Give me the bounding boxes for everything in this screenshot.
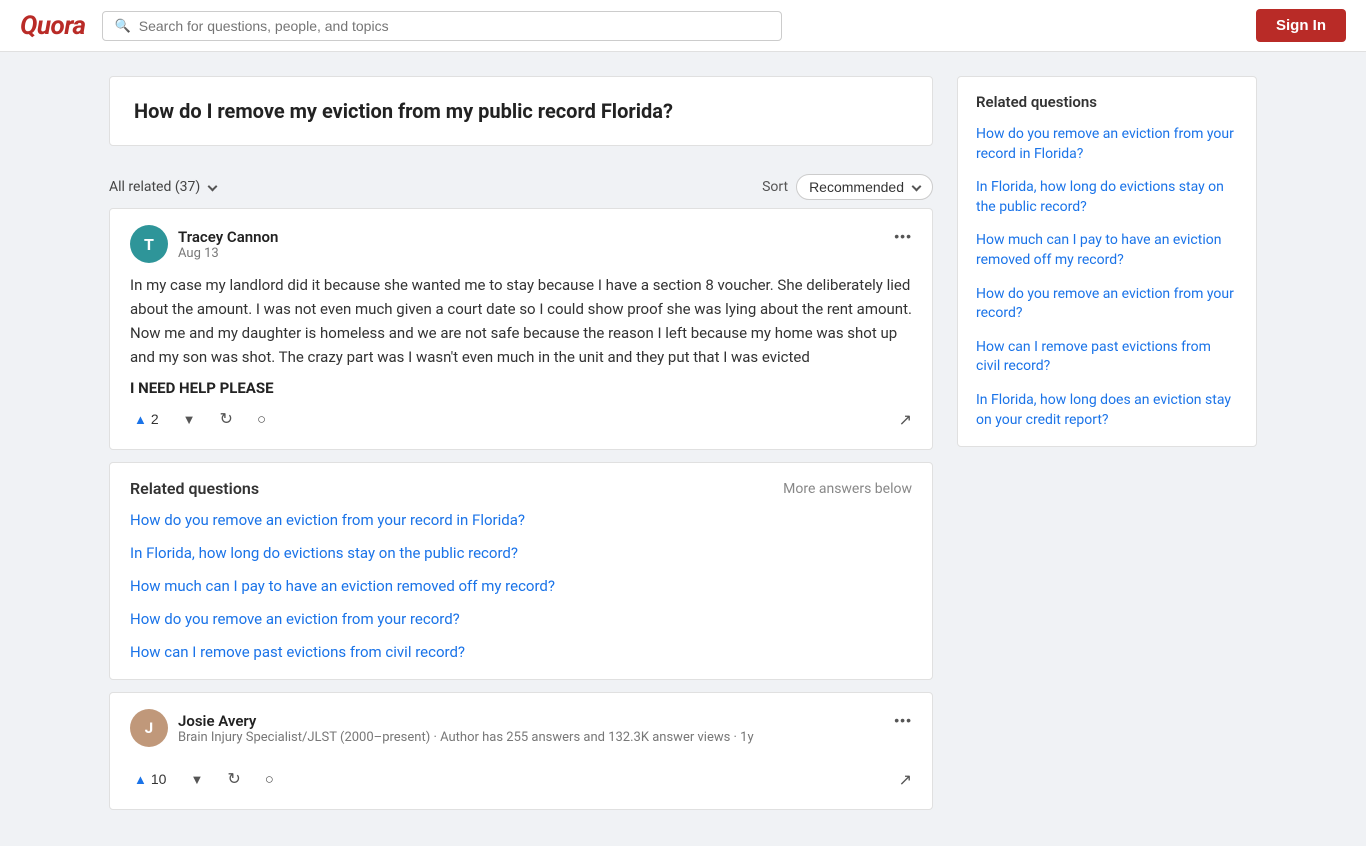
question-title: How do I remove my eviction from my publ… <box>134 97 908 125</box>
share-button-2[interactable] <box>899 769 912 790</box>
related-link[interactable]: In Florida, how long do evictions stay o… <box>130 543 912 564</box>
sidebar-link[interactable]: How do you remove an eviction from your … <box>976 285 1238 324</box>
avatar: T <box>130 225 168 263</box>
question-card: How do I remove my eviction from my publ… <box>109 76 933 146</box>
sidebar-link[interactable]: How much can I pay to have an eviction r… <box>976 231 1238 270</box>
quora-logo[interactable]: Quora <box>20 11 86 41</box>
share-icon <box>899 409 912 429</box>
related-link[interactable]: How do you remove an eviction from your … <box>130 510 912 531</box>
sidebar-card: Related questions How do you remove an e… <box>957 76 1257 447</box>
user-info: T Tracey Cannon Aug 13 <box>130 225 278 263</box>
upvote-button[interactable]: 2 <box>130 407 163 431</box>
comment-icon-2 <box>265 771 274 788</box>
related-link[interactable]: How do you remove an eviction from your … <box>130 609 912 630</box>
user-name-2: Josie Avery <box>178 712 754 730</box>
user-details-2: Josie Avery Brain Injury Specialist/JLST… <box>178 712 754 745</box>
search-input[interactable] <box>139 18 769 34</box>
user-name: Tracey Cannon <box>178 228 278 246</box>
share-button[interactable] <box>899 409 912 430</box>
more-answers-label: More answers below <box>783 481 912 497</box>
answer-header: T Tracey Cannon Aug 13 <box>130 225 912 263</box>
sidebar-title: Related questions <box>976 93 1238 111</box>
more-icon <box>894 225 912 245</box>
help-text: I NEED HELP PLEASE <box>130 379 912 397</box>
chevron-down-icon <box>208 181 218 191</box>
sidebar-link[interactable]: In Florida, how long do evictions stay o… <box>976 178 1238 217</box>
upvote-icon <box>134 411 147 427</box>
sidebar-link[interactable]: In Florida, how long does an eviction st… <box>976 391 1238 430</box>
all-related-filter[interactable]: All related (37) <box>109 179 216 195</box>
sidebar-link[interactable]: How can I remove past evictions from civ… <box>976 338 1238 377</box>
filter-row: All related (37) Sort Recommended <box>109 162 933 208</box>
answer-card: T Tracey Cannon Aug 13 In my case my lan… <box>109 208 933 450</box>
related-link[interactable]: How can I remove past evictions from civ… <box>130 642 912 663</box>
recommended-label: Recommended <box>809 179 904 195</box>
share-icon-2 <box>899 769 912 789</box>
answer-card-2: J Josie Avery Brain Injury Specialist/JL… <box>109 692 933 810</box>
downvote-button[interactable] <box>179 407 200 431</box>
all-related-label: All related (37) <box>109 179 200 195</box>
main-column: How do I remove my eviction from my publ… <box>109 76 933 822</box>
comment-icon <box>257 411 266 428</box>
more-icon-2 <box>894 709 912 729</box>
search-bar <box>102 11 782 41</box>
upvote-count: 2 <box>151 411 159 427</box>
sidebar-link[interactable]: How do you remove an eviction from your … <box>976 125 1238 164</box>
sidebar: Related questions How do you remove an e… <box>957 76 1257 447</box>
avatar-2: J <box>130 709 168 747</box>
refresh-button-2[interactable] <box>223 765 244 793</box>
upvote-button-2[interactable]: 10 <box>130 767 170 791</box>
answer-actions-2: 10 <box>130 757 912 793</box>
user-info-2: J Josie Avery Brain Injury Specialist/JL… <box>130 709 754 747</box>
user-bio: Brain Injury Specialist/JLST (2000–prese… <box>178 730 754 745</box>
upvote-icon-2 <box>134 771 147 787</box>
downvote-icon <box>183 411 196 427</box>
more-options-button-2[interactable] <box>894 709 912 730</box>
related-link[interactable]: How much can I pay to have an eviction r… <box>130 576 912 597</box>
refresh-button[interactable] <box>216 405 237 433</box>
downvote-icon-2 <box>190 771 203 787</box>
header: Quora Sign In <box>0 0 1366 52</box>
page-wrap: How do I remove my eviction from my publ… <box>93 52 1273 846</box>
comment-button[interactable] <box>253 407 270 432</box>
search-icon <box>115 18 131 34</box>
sort-area: Sort Recommended <box>762 174 933 200</box>
answer-actions: 2 <box>130 397 912 433</box>
comment-button-2[interactable] <box>261 767 278 792</box>
related-box-header: Related questions More answers below <box>130 479 912 498</box>
chevron-down-icon <box>912 181 922 191</box>
recommended-sort-button[interactable]: Recommended <box>796 174 933 200</box>
more-options-button[interactable] <box>894 225 912 246</box>
sign-in-button[interactable]: Sign In <box>1256 9 1346 42</box>
related-questions-box: Related questions More answers below How… <box>109 462 933 680</box>
user-date: Aug 13 <box>178 246 278 261</box>
user-details: Tracey Cannon Aug 13 <box>178 228 278 261</box>
related-box-title: Related questions <box>130 479 259 498</box>
downvote-button-2[interactable] <box>186 767 207 791</box>
refresh-icon-2 <box>227 769 240 789</box>
answer-text: In my case my landlord did it because sh… <box>130 273 912 369</box>
upvote-count-2: 10 <box>151 771 167 787</box>
answer-header-2: J Josie Avery Brain Injury Specialist/JL… <box>130 709 912 747</box>
refresh-icon <box>220 409 233 429</box>
sort-label: Sort <box>762 179 788 195</box>
